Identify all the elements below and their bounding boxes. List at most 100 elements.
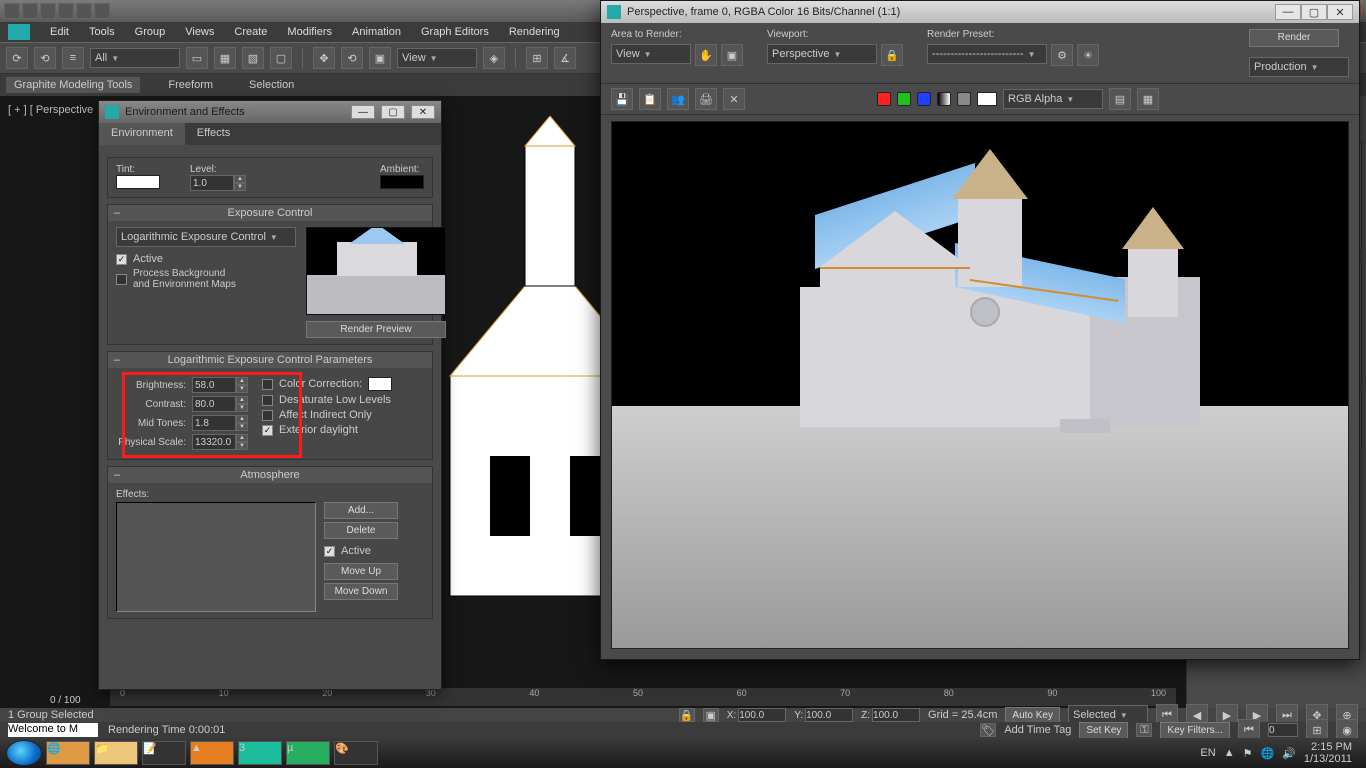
moveup-button[interactable]: Move Up — [324, 563, 398, 580]
clear-icon[interactable]: ✕ — [723, 88, 745, 110]
channel-dropdown[interactable]: RGB Alpha▼ — [1003, 89, 1103, 109]
ref-coord-dropdown[interactable]: View▼ — [397, 48, 477, 68]
select-region-icon[interactable]: ▧ — [242, 47, 264, 69]
move-icon[interactable]: ✥ — [313, 47, 335, 69]
checkbox-active[interactable]: ✓ — [116, 254, 127, 265]
swatch-tint[interactable] — [116, 175, 160, 189]
render-canvas[interactable] — [611, 121, 1349, 649]
tray-up-icon[interactable]: ▲ — [1224, 747, 1235, 759]
swatch-colorcorr[interactable] — [368, 377, 392, 391]
menu-graph-editors[interactable]: Graph Editors — [421, 26, 489, 38]
app-menu-icon[interactable] — [8, 24, 30, 40]
render-preview-button[interactable]: Render Preview — [306, 321, 446, 338]
channel-alpha-icon[interactable] — [937, 92, 951, 106]
viewport-label[interactable]: [ + ] [ Perspective — [8, 104, 93, 116]
task-vlc[interactable]: ▲ — [190, 741, 234, 765]
bg-color-swatch[interactable] — [977, 92, 997, 106]
maxscript-input[interactable]: Welcome to M — [8, 723, 98, 737]
clone-icon[interactable]: 👥 — [667, 88, 689, 110]
copy-image-icon[interactable]: 📋 — [639, 88, 661, 110]
ribbon-selection[interactable]: Selection — [241, 77, 302, 93]
effects-listbox[interactable] — [116, 502, 316, 612]
render-maximize-button[interactable]: ▢ — [1301, 4, 1327, 20]
region-icon[interactable]: ▣ — [721, 44, 743, 66]
angle-snap-icon[interactable]: ∡ — [554, 47, 576, 69]
checkbox-process-bg[interactable] — [116, 274, 127, 285]
print-icon[interactable]: 🖨 — [695, 88, 717, 110]
key-icon[interactable]: ⚿ — [1136, 723, 1152, 737]
current-frame-input[interactable] — [1268, 723, 1298, 737]
channel-b-icon[interactable] — [917, 92, 931, 106]
menu-rendering[interactable]: Rendering — [509, 26, 560, 38]
select-icon[interactable]: ▭ — [186, 47, 208, 69]
channel-g-icon[interactable] — [897, 92, 911, 106]
movedown-button[interactable]: Move Down — [324, 583, 398, 600]
preset-dropdown[interactable]: -------------------------▼ — [927, 44, 1047, 64]
rollout-log-head[interactable]: –Logarithmic Exposure Control Parameters — [108, 352, 432, 368]
qat-icons[interactable] — [4, 3, 110, 19]
swatch-ambient[interactable] — [380, 175, 424, 189]
start-button[interactable] — [6, 740, 42, 766]
render-setup-icon[interactable]: ⚙ — [1051, 44, 1073, 66]
menu-create[interactable]: Create — [234, 26, 267, 38]
menu-modifiers[interactable]: Modifiers — [287, 26, 332, 38]
setkey-button[interactable]: Set Key — [1079, 722, 1128, 739]
save-image-icon[interactable]: 💾 — [611, 88, 633, 110]
tray-date[interactable]: 1/13/2011 — [1304, 753, 1352, 765]
open-icon[interactable] — [40, 3, 56, 19]
render-minimize-button[interactable]: — — [1275, 4, 1301, 20]
unlink-icon[interactable]: ⟲ — [34, 47, 56, 69]
production-dropdown[interactable]: Production▼ — [1249, 57, 1349, 77]
tray-time[interactable]: 2:15 PM — [1304, 741, 1352, 753]
delete-effect-button[interactable]: Delete — [324, 522, 398, 539]
area-dropdown[interactable]: View▼ — [611, 44, 691, 64]
rollout-exposure-head[interactable]: –Exposure Control — [108, 205, 432, 221]
env-tab-environment[interactable]: Environment — [99, 123, 185, 145]
env-tab-effects[interactable]: Effects — [185, 123, 242, 145]
exposure-type-dropdown[interactable]: Logarithmic Exposure Control▼ — [116, 227, 296, 247]
pivot-icon[interactable]: ◈ — [483, 47, 505, 69]
task-chrome[interactable]: 🌐 — [46, 741, 90, 765]
ribbon-graphite[interactable]: Graphite Modeling Tools — [6, 77, 140, 93]
save-icon[interactable] — [58, 3, 74, 19]
isolate-icon[interactable]: ▣ — [703, 708, 719, 722]
channel-mono-icon[interactable] — [957, 92, 971, 106]
coord-x[interactable] — [738, 708, 786, 722]
task-notes[interactable]: 📝 — [142, 741, 186, 765]
env-titlebar[interactable]: Environment and Effects — ▢ ✕ — [99, 101, 441, 123]
channel-r-icon[interactable] — [877, 92, 891, 106]
env-minimize-button[interactable]: — — [351, 105, 375, 119]
env-close-button[interactable]: ✕ — [411, 105, 435, 119]
menu-views[interactable]: Views — [185, 26, 214, 38]
select-name-icon[interactable]: ▦ — [214, 47, 236, 69]
app-icon[interactable] — [4, 3, 20, 19]
coord-y[interactable] — [805, 708, 853, 722]
task-utorrent[interactable]: µ — [286, 741, 330, 765]
lock-viewport-icon[interactable]: 🔒 — [881, 44, 903, 66]
overlay-icon-1[interactable]: ▤ — [1109, 88, 1131, 110]
link-icon[interactable]: ⟳ — [6, 47, 28, 69]
menu-edit[interactable]: Edit — [50, 26, 69, 38]
timetag-icon[interactable]: 🏷 — [980, 723, 996, 737]
keyfilters-button[interactable]: Key Filters... — [1160, 722, 1230, 739]
coord-z[interactable] — [872, 708, 920, 722]
env-maximize-button[interactable]: ▢ — [381, 105, 405, 119]
viewport-dropdown[interactable]: Perspective▼ — [767, 44, 877, 64]
undo-icon[interactable] — [76, 3, 92, 19]
window-crossing-icon[interactable]: ▢ — [270, 47, 292, 69]
render-close-button[interactable]: ✕ — [1327, 4, 1353, 20]
scale-icon[interactable]: ▣ — [369, 47, 391, 69]
lock-icon[interactable]: 🔒 — [679, 708, 695, 722]
menu-animation[interactable]: Animation — [352, 26, 401, 38]
task-paint[interactable]: 🎨 — [334, 741, 378, 765]
task-3dsmax[interactable]: 3 — [238, 741, 282, 765]
env-icon[interactable]: ☀ — [1077, 44, 1099, 66]
ribbon-freeform[interactable]: Freeform — [160, 77, 221, 93]
redo-icon[interactable] — [94, 3, 110, 19]
render-titlebar[interactable]: Perspective, frame 0, RGBA Color 16 Bits… — [601, 1, 1359, 23]
selection-filter-dropdown[interactable]: All▼ — [90, 48, 180, 68]
checkbox-atmos-active[interactable]: ✓ — [324, 546, 335, 557]
menu-group[interactable]: Group — [135, 26, 166, 38]
blowup-icon[interactable]: ✋ — [695, 44, 717, 66]
render-button[interactable]: Render — [1249, 29, 1339, 47]
